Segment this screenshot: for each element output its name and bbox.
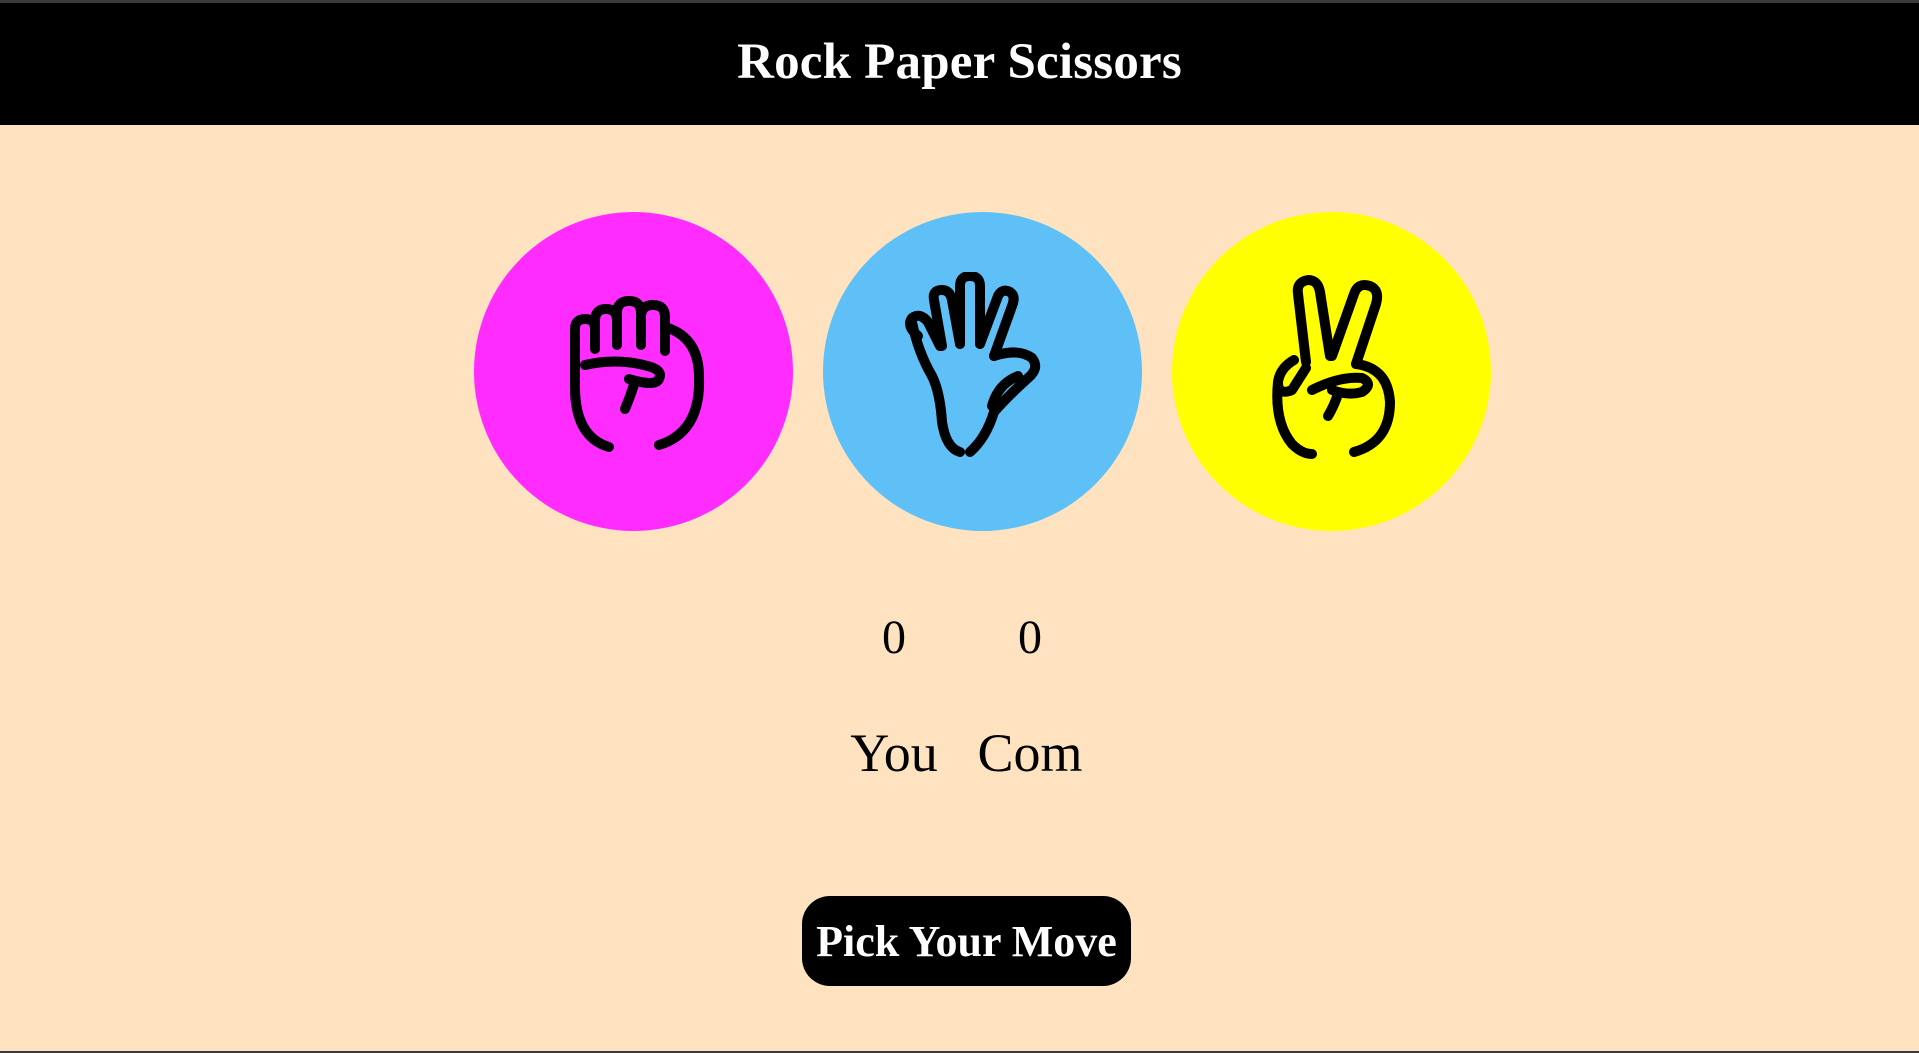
- page-title: Rock Paper Scissors: [737, 34, 1182, 90]
- computer-score-column: 0 Com: [960, 611, 1100, 783]
- status-message: Pick Your Move: [802, 896, 1131, 986]
- choice-scissors[interactable]: [1172, 212, 1491, 531]
- victory-hand-icon: [1271, 274, 1395, 459]
- user-score: 0: [882, 611, 906, 664]
- user-score-column: 0 You: [824, 611, 964, 783]
- user-score-label: You: [850, 723, 938, 783]
- app-header: Rock Paper Scissors: [0, 3, 1919, 125]
- raised-fist-icon: [569, 295, 704, 452]
- computer-score-label: Com: [977, 723, 1083, 783]
- computer-score: 0: [1018, 611, 1042, 664]
- raised-hand-icon: [904, 271, 1040, 457]
- choice-rock[interactable]: [474, 212, 793, 531]
- choice-paper[interactable]: [823, 212, 1142, 531]
- choices-row: [0, 212, 1919, 531]
